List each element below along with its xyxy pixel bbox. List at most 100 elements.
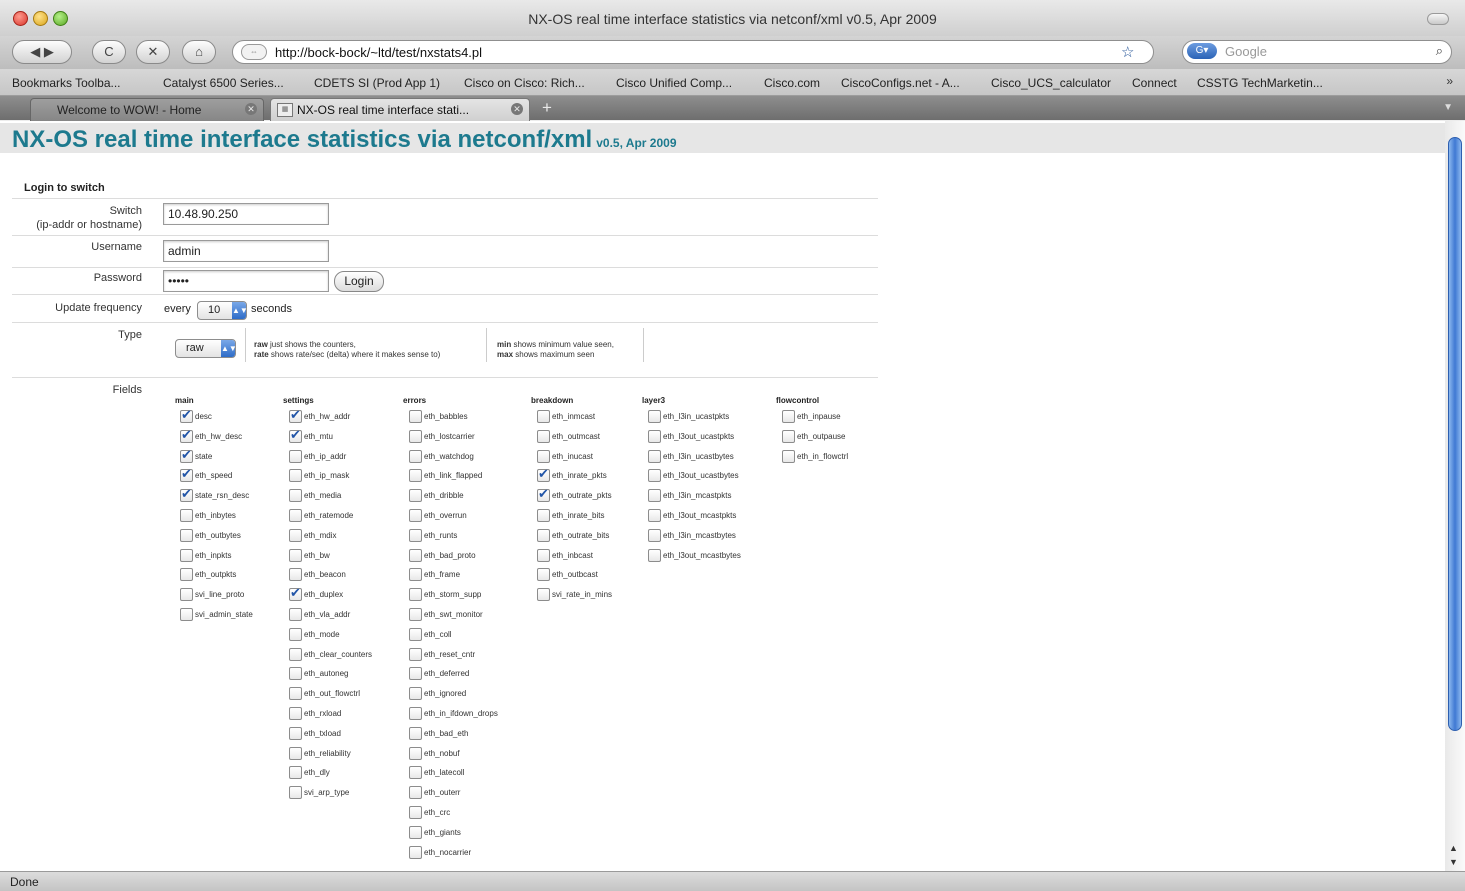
field-checkbox[interactable] bbox=[409, 489, 422, 503]
bookmark-item[interactable]: Cisco_UCS_calculator bbox=[991, 76, 1111, 90]
field-checkbox[interactable] bbox=[289, 508, 302, 522]
field-checkbox-item[interactable]: eth_coll bbox=[409, 626, 559, 646]
field-checkbox[interactable] bbox=[180, 466, 193, 483]
field-checkbox-item[interactable]: eth_giants bbox=[409, 824, 559, 844]
field-checkbox-item[interactable]: eth_inpause bbox=[782, 408, 932, 428]
field-checkbox-item[interactable]: svi_rate_in_mins bbox=[537, 586, 687, 606]
url-text[interactable]: http://bock-bock/~ltd/test/nxstats4.pl bbox=[275, 45, 482, 60]
field-checkbox[interactable] bbox=[409, 647, 422, 661]
field-checkbox[interactable] bbox=[409, 410, 422, 423]
field-checkbox-item[interactable]: eth_nobuf bbox=[409, 745, 559, 765]
field-checkbox[interactable] bbox=[289, 706, 302, 720]
field-checkbox[interactable] bbox=[289, 667, 302, 681]
field-checkbox[interactable] bbox=[537, 486, 550, 503]
field-checkbox[interactable] bbox=[648, 410, 661, 423]
field-checkbox[interactable] bbox=[409, 528, 422, 542]
field-checkbox[interactable] bbox=[648, 429, 661, 443]
bookmark-star-icon[interactable]: ☆ bbox=[1121, 43, 1134, 61]
address-bar[interactable]: ⇔ http://bock-bock/~ltd/test/nxstats4.pl… bbox=[232, 40, 1154, 64]
field-checkbox[interactable] bbox=[409, 508, 422, 522]
field-checkbox[interactable] bbox=[648, 489, 661, 503]
field-checkbox[interactable] bbox=[648, 469, 661, 483]
reload-button[interactable]: C bbox=[92, 40, 126, 64]
field-checkbox[interactable] bbox=[180, 588, 193, 602]
field-checkbox-item[interactable]: eth_nocarrier bbox=[409, 844, 559, 864]
field-checkbox[interactable] bbox=[537, 410, 550, 423]
field-checkbox[interactable] bbox=[289, 726, 302, 740]
field-checkbox[interactable] bbox=[409, 726, 422, 740]
field-checkbox-item[interactable]: eth_l3out_ucastbytes bbox=[648, 467, 798, 487]
field-checkbox[interactable] bbox=[180, 407, 193, 423]
search-icon[interactable]: ⌕ bbox=[1436, 43, 1443, 59]
field-checkbox[interactable] bbox=[409, 607, 422, 621]
field-checkbox-item[interactable]: eth_l3in_mcastbytes bbox=[648, 527, 798, 547]
bookmark-item[interactable]: Catalyst 6500 Series... bbox=[163, 76, 284, 90]
field-checkbox-item[interactable]: eth_bad_eth bbox=[409, 725, 559, 745]
field-checkbox[interactable] bbox=[180, 607, 193, 621]
field-checkbox-item[interactable]: eth_l3in_ucastpkts bbox=[648, 408, 798, 428]
field-checkbox[interactable] bbox=[409, 805, 422, 819]
search-box[interactable]: G▾ Google ⌕ bbox=[1182, 40, 1452, 64]
field-checkbox[interactable] bbox=[648, 449, 661, 463]
field-checkbox-item[interactable]: eth_outerr bbox=[409, 784, 559, 804]
bookmark-item[interactable]: Connect bbox=[1132, 76, 1177, 90]
field-checkbox[interactable] bbox=[289, 627, 302, 641]
bookmark-item[interactable]: CDETS SI (Prod App 1) bbox=[314, 76, 440, 90]
field-checkbox[interactable] bbox=[537, 429, 550, 443]
field-checkbox[interactable] bbox=[537, 508, 550, 522]
bookmarks-overflow-icon[interactable]: » bbox=[1446, 74, 1453, 88]
field-checkbox[interactable] bbox=[289, 548, 302, 562]
field-checkbox[interactable] bbox=[180, 427, 193, 443]
field-checkbox[interactable] bbox=[648, 528, 661, 542]
username-input[interactable]: admin bbox=[163, 240, 329, 262]
new-tab-icon[interactable]: + bbox=[536, 98, 558, 118]
field-checkbox[interactable] bbox=[289, 746, 302, 760]
bookmark-item[interactable]: Cisco Unified Comp... bbox=[616, 76, 732, 90]
field-checkbox[interactable] bbox=[409, 706, 422, 720]
search-engine-icon[interactable]: G▾ bbox=[1187, 43, 1217, 59]
field-checkbox[interactable] bbox=[409, 469, 422, 483]
scroll-up-icon[interactable]: ▲ bbox=[1449, 843, 1458, 853]
field-checkbox[interactable] bbox=[180, 486, 193, 503]
switch-input[interactable]: 10.48.90.250 bbox=[163, 203, 329, 225]
field-checkbox-item[interactable]: eth_in_flowctrl bbox=[782, 448, 932, 468]
field-checkbox-item[interactable]: eth_l3out_ucastpkts bbox=[648, 428, 798, 448]
field-checkbox[interactable] bbox=[782, 449, 795, 463]
login-button[interactable]: Login bbox=[334, 271, 384, 292]
field-checkbox[interactable] bbox=[782, 429, 795, 443]
field-checkbox[interactable] bbox=[289, 449, 302, 463]
search-input[interactable]: Google bbox=[1225, 44, 1267, 59]
field-checkbox-item[interactable]: eth_in_ifdown_drops bbox=[409, 705, 559, 725]
field-checkbox[interactable] bbox=[409, 588, 422, 602]
field-checkbox[interactable] bbox=[409, 687, 422, 701]
field-checkbox-item[interactable]: eth_l3out_mcastpkts bbox=[648, 507, 798, 527]
field-checkbox[interactable] bbox=[289, 469, 302, 483]
bookmark-item[interactable]: Cisco on Cisco: Rich... bbox=[464, 76, 585, 90]
type-select[interactable]: raw ▲▼ bbox=[175, 339, 237, 358]
tab-list-icon[interactable]: ▼ bbox=[1443, 102, 1453, 113]
field-checkbox[interactable] bbox=[289, 427, 302, 443]
field-checkbox[interactable] bbox=[409, 746, 422, 760]
bookmark-item[interactable]: CiscoConfigs.net - A... bbox=[841, 76, 960, 90]
password-input[interactable]: ••••• bbox=[163, 270, 329, 292]
field-checkbox[interactable] bbox=[409, 825, 422, 839]
field-checkbox[interactable] bbox=[180, 568, 193, 582]
tab-welcome[interactable]: Welcome to WOW! - Home ✕ bbox=[30, 98, 264, 122]
field-checkbox[interactable] bbox=[409, 766, 422, 780]
field-checkbox[interactable] bbox=[289, 489, 302, 503]
back-forward-button[interactable]: ◀ ▶ bbox=[12, 40, 72, 64]
field-checkbox[interactable] bbox=[289, 647, 302, 661]
field-checkbox-item[interactable]: eth_l3in_mcastpkts bbox=[648, 487, 798, 507]
vertical-scrollbar[interactable]: ▲ ▼ bbox=[1445, 121, 1465, 871]
field-checkbox[interactable] bbox=[409, 627, 422, 641]
field-checkbox[interactable] bbox=[409, 429, 422, 443]
bookmark-item[interactable]: CSSTG TechMarketin... bbox=[1197, 76, 1323, 90]
scroll-down-icon[interactable]: ▼ bbox=[1449, 857, 1458, 867]
frequency-select[interactable]: 10 ▲▼ bbox=[197, 301, 248, 320]
field-checkbox[interactable] bbox=[537, 528, 550, 542]
scrollbar-thumb[interactable] bbox=[1448, 137, 1462, 731]
field-checkbox[interactable] bbox=[409, 667, 422, 681]
close-tab-icon[interactable]: ✕ bbox=[511, 103, 523, 115]
field-checkbox-item[interactable]: eth_outbcast bbox=[537, 566, 687, 586]
field-checkbox[interactable] bbox=[537, 568, 550, 582]
